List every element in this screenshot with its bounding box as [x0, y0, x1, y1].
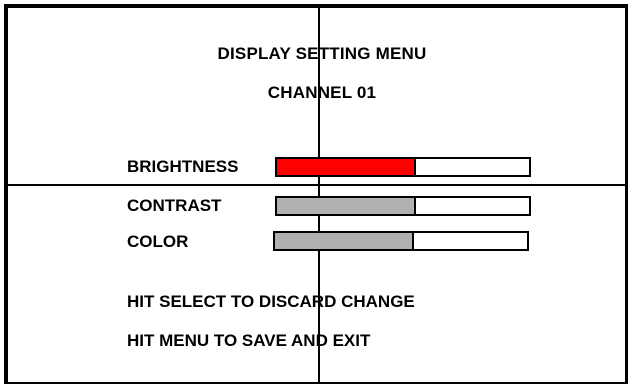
color-level-fill — [275, 233, 414, 249]
color-level-bar[interactable] — [273, 231, 529, 251]
contrast-level-bar[interactable] — [275, 196, 531, 216]
horizontal-crosshair-line — [8, 184, 625, 186]
menu-title: DISPLAY SETTING MENU — [217, 44, 427, 63]
save-instruction: HIT MENU TO SAVE AND EXIT — [127, 331, 371, 350]
channel-label: CHANNEL 01 — [267, 83, 377, 102]
color-label[interactable]: COLOR — [127, 232, 188, 252]
brightness-level-bar[interactable] — [275, 157, 531, 177]
discard-instruction: HIT SELECT TO DISCARD CHANGE — [127, 292, 415, 311]
contrast-label[interactable]: CONTRAST — [127, 196, 221, 216]
brightness-label[interactable]: BRIGHTNESS — [127, 157, 238, 177]
contrast-level-fill — [277, 198, 416, 214]
brightness-level-fill — [277, 159, 416, 175]
